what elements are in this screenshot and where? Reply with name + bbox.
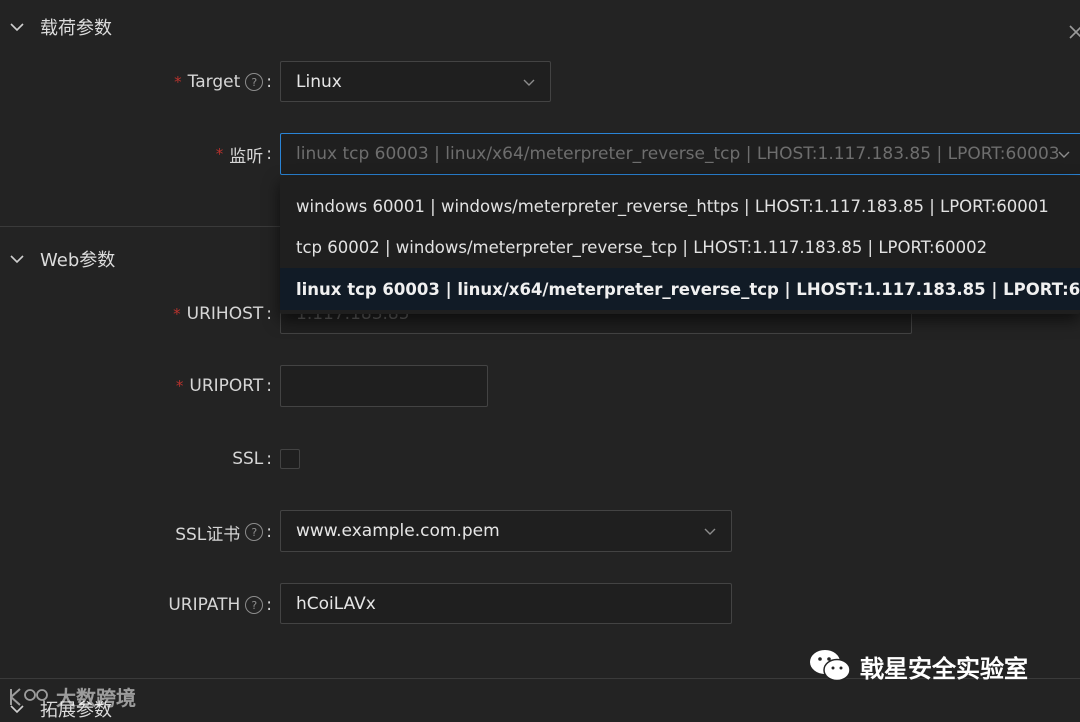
chevron-down-icon: [1058, 151, 1070, 158]
question-circle-icon[interactable]: ?: [245, 523, 264, 541]
target-select-value: Linux: [296, 71, 342, 92]
uripath-input-value: hCoiLAVx: [296, 593, 376, 614]
listen-select[interactable]: linux tcp 60003 | linux/x64/meterpreter_…: [280, 133, 1080, 175]
wechat-watermark: 戟星安全实验室: [808, 648, 1028, 684]
urihost-label: * URIHOST :: [173, 304, 272, 324]
uriport-label: * URIPORT :: [175, 376, 272, 396]
listen-select-value: linux tcp 60003 | linux/x64/meterpreter_…: [296, 144, 1060, 164]
corner-watermark-text: 大数跨境: [56, 686, 136, 710]
section-payload-title: 载荷参数: [40, 18, 112, 39]
close-icon[interactable]: [1068, 24, 1080, 40]
corner-watermark: 大数跨境: [8, 682, 136, 711]
dropdown-option[interactable]: tcp 60002 | windows/meterpreter_reverse_…: [280, 226, 1080, 268]
dropdown-option[interactable]: windows 60001 | windows/meterpreter_reve…: [280, 185, 1080, 227]
listen-dropdown-menu: windows 60001 | windows/meterpreter_reve…: [280, 177, 1080, 314]
section-payload-header[interactable]: 载荷参数: [8, 14, 112, 40]
wechat-icon: [810, 650, 851, 682]
chevron-down-icon: [523, 79, 535, 86]
target-select[interactable]: Linux: [280, 61, 551, 102]
wechat-watermark-text: 戟星安全实验室: [860, 654, 1028, 683]
ssl-checkbox[interactable]: [280, 449, 300, 469]
ssl-cert-select[interactable]: www.example.com.pem: [280, 510, 732, 552]
required-mark: *: [215, 145, 224, 163]
required-mark: *: [173, 305, 181, 323]
chevron-down-icon: [10, 23, 24, 32]
listen-label: * 监听 :: [215, 144, 272, 167]
dropdown-option-selected[interactable]: linux tcp 60003 | linux/x64/meterpreter_…: [280, 268, 1080, 310]
required-mark: *: [174, 73, 182, 91]
chevron-down-icon: [704, 528, 716, 535]
chevron-down-icon: [10, 255, 24, 264]
ssl-cert-select-value: www.example.com.pem: [296, 521, 500, 541]
logo-icon: [10, 687, 48, 706]
uripath-label: URIPATH ? :: [168, 595, 272, 615]
section-web-title: Web参数: [40, 250, 116, 271]
ssl-cert-label: SSL证书 ? :: [175, 522, 272, 545]
section-web-header[interactable]: Web参数: [8, 246, 115, 272]
uriport-input[interactable]: [280, 365, 488, 407]
question-circle-icon[interactable]: ?: [245, 73, 264, 91]
required-mark: *: [175, 377, 184, 395]
ssl-label: SSL :: [232, 449, 272, 469]
uripath-input[interactable]: hCoiLAVx: [280, 583, 732, 624]
question-circle-icon[interactable]: ?: [245, 596, 264, 614]
section-divider: [0, 226, 280, 227]
target-label: * Target ? :: [174, 72, 272, 92]
